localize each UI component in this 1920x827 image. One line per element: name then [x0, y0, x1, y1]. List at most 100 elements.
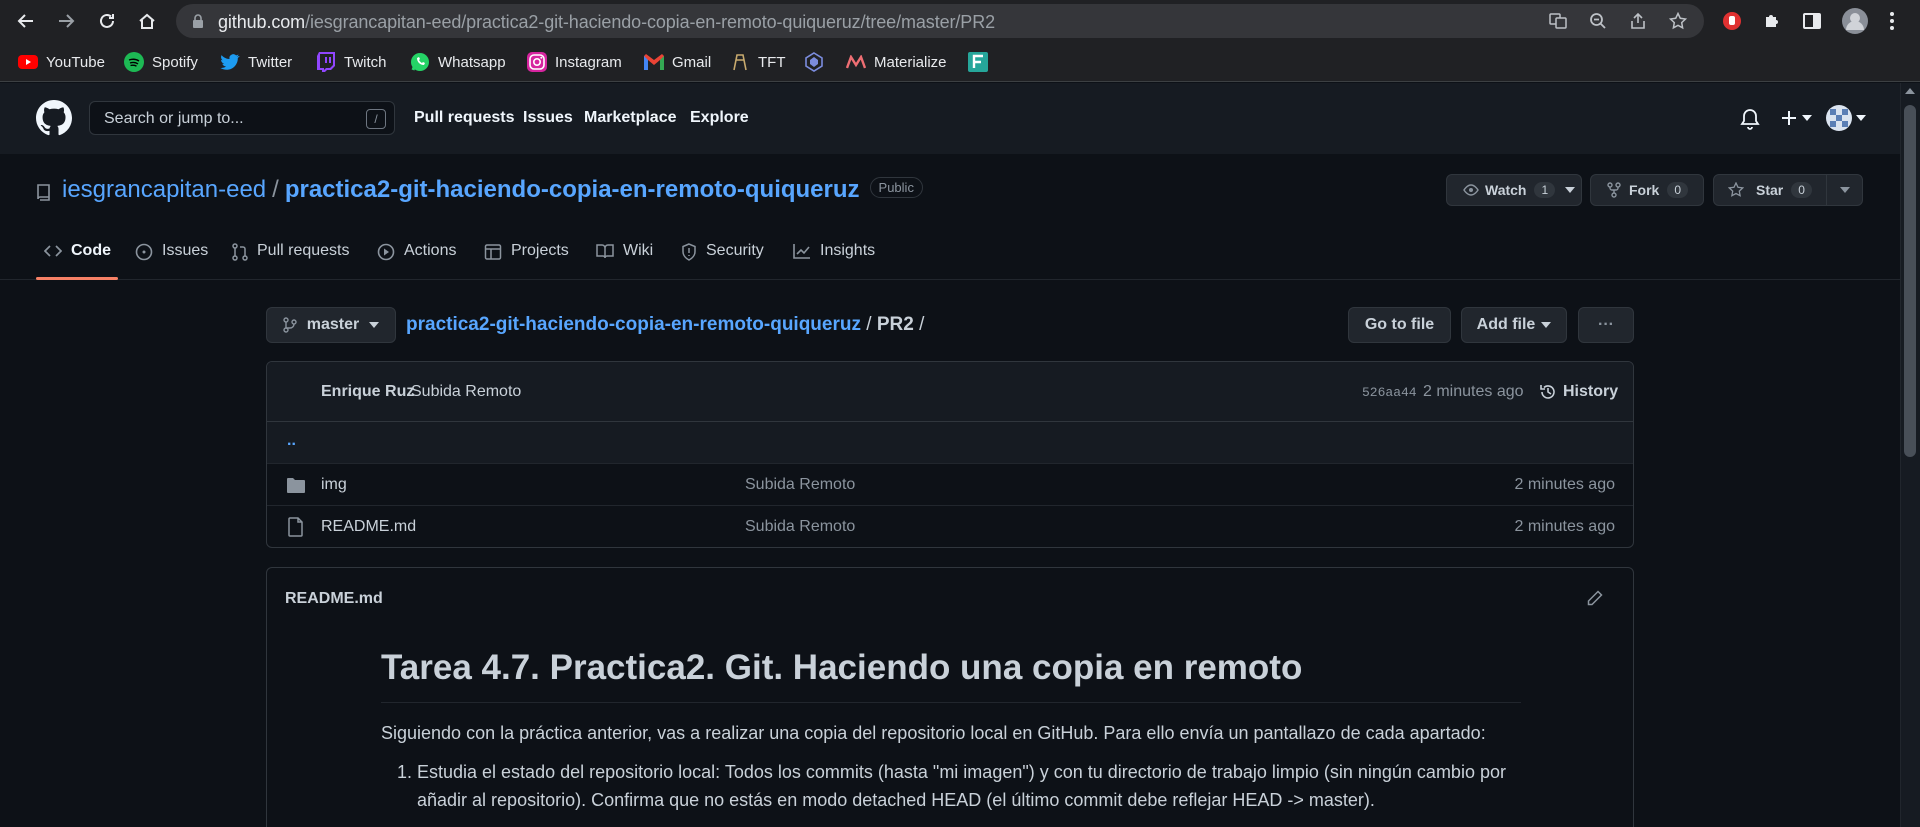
user-menu-dropdown[interactable]	[1826, 105, 1866, 131]
code-icon	[44, 245, 62, 257]
forward-button[interactable]	[52, 7, 80, 35]
file-row-readme[interactable]: README.md Subida Remoto 2 minutes ago	[267, 506, 1633, 547]
tab-label: Insights	[820, 242, 876, 259]
history-link[interactable]: History	[1539, 383, 1618, 401]
commit-sha[interactable]: 526aa44	[1362, 385, 1417, 400]
commit-message[interactable]: Subida Remoto	[411, 383, 521, 401]
caret-down-icon	[369, 322, 380, 328]
fork-icon	[1607, 182, 1621, 198]
fork-button[interactable]: Fork 0	[1590, 174, 1704, 206]
adblock-extension-icon[interactable]	[1720, 9, 1744, 33]
home-button[interactable]	[133, 7, 161, 35]
repo-icon	[36, 183, 52, 201]
pencil-icon[interactable]	[1587, 590, 1603, 606]
readme-filename[interactable]: README.md	[285, 590, 383, 608]
star-list-dropdown[interactable]	[1826, 174, 1863, 206]
spotify-icon	[124, 52, 144, 72]
bookmark-f-app[interactable]	[968, 51, 996, 73]
bookmark-twitter[interactable]: Twitter	[220, 51, 292, 73]
tab-pull-requests[interactable]: Pull requests	[232, 242, 350, 280]
tab-wiki[interactable]: Wiki	[596, 242, 653, 280]
star-button[interactable]: Star 0	[1713, 174, 1827, 206]
scrollbar-thumb[interactable]	[1904, 105, 1916, 457]
file-name[interactable]: README.md	[321, 518, 416, 536]
star-bookmark-icon[interactable]	[1668, 11, 1688, 31]
search-placeholder: Search or jump to...	[104, 110, 244, 127]
nav-issues[interactable]: Issues	[523, 109, 573, 127]
tab-label: Pull requests	[257, 242, 350, 259]
nav-pull-requests[interactable]: Pull requests	[414, 109, 514, 127]
caret-down-icon	[1541, 322, 1552, 328]
reload-button[interactable]	[93, 7, 121, 35]
github-header: Search or jump to... / Pull requests Iss…	[0, 83, 1900, 154]
zoom-icon[interactable]	[1588, 11, 1608, 31]
back-button[interactable]	[12, 7, 40, 35]
bookmark-instagram[interactable]: Instagram	[527, 51, 622, 73]
bookmark-gmail[interactable]: Gmail	[644, 51, 711, 73]
side-panel-icon[interactable]	[1800, 9, 1824, 33]
file-commit-message[interactable]: Subida Remoto	[745, 518, 855, 536]
commit-author[interactable]: Enrique Ruz	[321, 383, 414, 401]
bookmark-label: Gmail	[672, 53, 712, 71]
file-commit-message[interactable]: Subida Remoto	[745, 476, 855, 494]
file-row-img[interactable]: img Subida Remoto 2 minutes ago	[267, 464, 1633, 506]
bell-icon[interactable]	[1740, 108, 1760, 130]
bookmark-youtube[interactable]: YouTube	[18, 51, 105, 73]
bookmark-whatsapp[interactable]: Whatsapp	[410, 51, 506, 73]
github-logo-icon[interactable]	[36, 100, 72, 136]
file-name[interactable]: img	[321, 476, 347, 494]
chrome-menu-icon[interactable]	[1880, 9, 1904, 33]
materialize-icon	[846, 52, 866, 72]
repo-title: iesgrancapitan-eed / practica2-git-haciend…	[62, 176, 923, 204]
tab-issues[interactable]: Issues	[135, 242, 208, 280]
parent-directory-link[interactable]: ..	[287, 432, 296, 450]
nav-marketplace[interactable]: Marketplace	[584, 109, 677, 127]
plus-icon	[1782, 111, 1796, 125]
go-to-file-button[interactable]: Go to file	[1348, 307, 1451, 343]
parent-directory-row[interactable]: ..	[267, 422, 1633, 464]
breadcrumb-current-dir: PR2	[876, 314, 914, 335]
tab-projects[interactable]: Projects	[484, 242, 569, 280]
repo-name-link[interactable]: practica2-git-haciendo-copia-en-remoto-q…	[285, 176, 860, 203]
bookmark-label: TFT	[758, 53, 786, 71]
nav-explore[interactable]: Explore	[690, 109, 749, 127]
translate-icon[interactable]	[1548, 11, 1568, 31]
file-list: Enrique Ruz Subida Remoto 526aa44 2 minu…	[266, 361, 1634, 548]
readme-heading: Tarea 4.7. Practica2. Git. Haciendo una …	[381, 648, 1521, 703]
bookmark-label: Spotify	[152, 53, 198, 71]
file-time: 2 minutes ago	[1514, 476, 1615, 493]
profile-avatar[interactable]	[1840, 6, 1870, 36]
scroll-up-arrow-icon[interactable]	[1905, 88, 1915, 94]
bookmark-label: Materialize	[874, 53, 947, 71]
url-text[interactable]: github.com/iesgrancapitan-eed/practica2-…	[218, 12, 995, 33]
repo-owner-link[interactable]: iesgrancapitan-eed	[62, 176, 266, 203]
visibility-badge: Public	[869, 177, 923, 198]
caret-down-icon	[1565, 187, 1576, 193]
add-file-button[interactable]: Add file	[1461, 307, 1567, 343]
bookmark-label: YouTube	[46, 53, 105, 71]
tab-security[interactable]: Security	[681, 242, 764, 280]
breadcrumb-repo-link[interactable]: practica2-git-haciendo-copia-en-remoto-q…	[406, 314, 861, 335]
branch-select-button[interactable]: master	[266, 307, 396, 343]
address-bar[interactable]: github.com/iesgrancapitan-eed/practica2-…	[176, 4, 1704, 38]
bookmark-twitch[interactable]: Twitch	[316, 51, 387, 73]
search-input[interactable]: Search or jump to... /	[89, 101, 395, 135]
fork-count: 0	[1667, 182, 1689, 198]
tab-code[interactable]: Code	[44, 242, 111, 280]
bookmark-spotify[interactable]: Spotify	[124, 51, 198, 73]
bookmark-materialize[interactable]: Materialize	[846, 51, 947, 73]
bookmark-tft[interactable]: TFT	[730, 51, 786, 73]
play-circle-icon	[377, 243, 395, 261]
tab-actions[interactable]: Actions	[377, 242, 456, 280]
share-icon[interactable]	[1628, 11, 1648, 31]
star-label: Star	[1756, 182, 1784, 198]
reload-icon	[100, 13, 114, 28]
f-app-icon	[968, 52, 988, 72]
twitch-icon	[316, 52, 336, 72]
watch-button[interactable]: Watch 1	[1446, 174, 1582, 206]
bookmark-league[interactable]	[804, 51, 832, 73]
more-options-button[interactable]: ···	[1578, 307, 1634, 343]
extensions-puzzle-icon[interactable]	[1760, 9, 1784, 33]
create-new-dropdown[interactable]	[1780, 109, 1812, 127]
tab-insights[interactable]: Insights	[793, 242, 875, 280]
